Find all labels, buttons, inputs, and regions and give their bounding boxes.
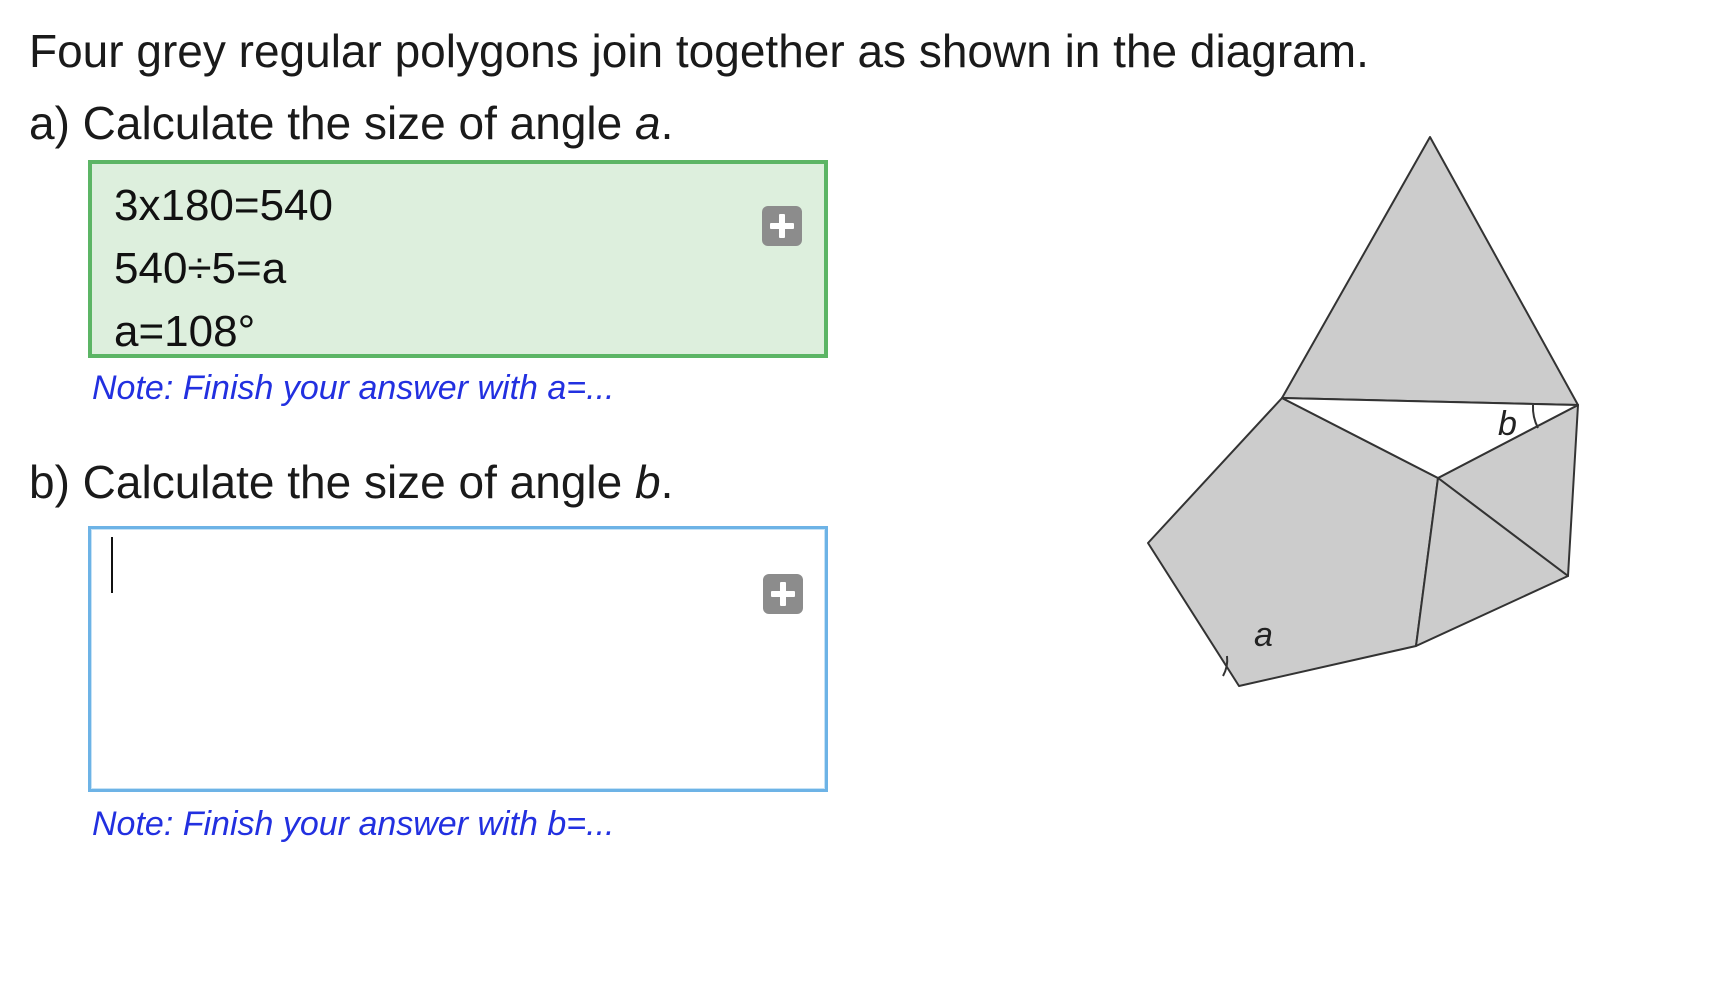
note-a: Note: Finish your answer with a=... xyxy=(92,369,615,407)
answer-a-line-2: 540÷5=a xyxy=(114,244,287,293)
question-b-angle-var: b xyxy=(635,456,661,508)
angle-a-label: a xyxy=(1254,616,1273,654)
intro-text: Four grey regular polygons join together… xyxy=(29,25,1369,77)
answer-a-text[interactable]: 3x180=540 540÷5=a a=108° xyxy=(114,174,333,356)
question-b-label: b) Calculate the size of angle xyxy=(29,456,636,508)
question-b-end: . xyxy=(660,456,674,508)
question-a-angle-var: a xyxy=(635,97,661,149)
text-cursor xyxy=(111,537,113,593)
answer-b-input[interactable] xyxy=(88,526,828,792)
question-a-heading: a) Calculate the size of angle a. xyxy=(29,96,673,150)
question-a-label: a) Calculate the size of angle xyxy=(29,97,636,149)
polygon-diagram: a b xyxy=(1147,136,1579,687)
answer-a-line-3: a=108° xyxy=(114,307,256,356)
question-b-heading: b) Calculate the size of angle b. xyxy=(29,455,673,509)
question-a-end: . xyxy=(660,97,674,149)
angle-b-label: b xyxy=(1498,405,1517,443)
answer-a-line-1: 3x180=540 xyxy=(114,181,333,230)
note-b: Note: Finish your answer with b=... xyxy=(92,805,615,843)
answer-a-input[interactable]: 3x180=540 540÷5=a a=108° xyxy=(88,160,828,358)
answer-a-plus-icon[interactable] xyxy=(762,206,802,246)
top-triangle xyxy=(1281,136,1579,406)
answer-b-plus-icon[interactable] xyxy=(763,574,803,614)
